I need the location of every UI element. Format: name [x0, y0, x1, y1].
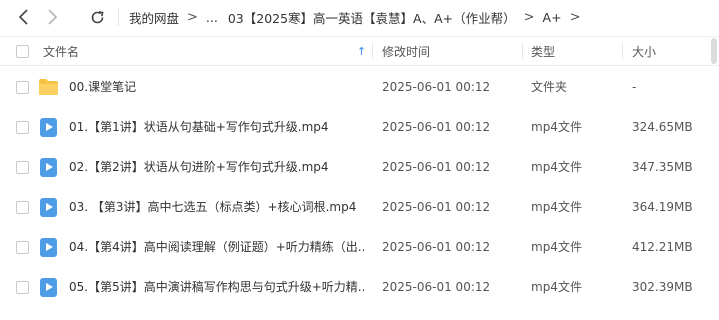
column-divider[interactable]: [522, 43, 523, 59]
column-divider[interactable]: [622, 43, 623, 59]
toolbar-divider: [118, 8, 119, 26]
file-size: 324.65MB: [632, 120, 693, 134]
breadcrumb-separator-icon: >: [569, 9, 581, 25]
file-name[interactable]: 03. 【第3讲】高中七选五（标点类）+核心词根.mp4: [69, 187, 356, 227]
column-header-modified[interactable]: 修改时间: [382, 37, 430, 65]
chevron-right-icon: [48, 9, 58, 25]
file-row[interactable]: 00.课堂笔记 2025-06-01 00:12 文件夹 -: [0, 67, 719, 107]
file-modified: 2025-06-01 00:12: [382, 120, 491, 134]
file-size: 364.19MB: [632, 200, 693, 214]
file-row[interactable]: 02.【第2讲】状语从句进阶+写作句式升级.mp4 2025-06-01 00:…: [0, 147, 719, 187]
forward-button[interactable]: [44, 9, 60, 25]
file-type: mp4文件: [531, 160, 582, 174]
video-file-icon: [40, 278, 57, 297]
file-modified: 2025-06-01 00:12: [382, 240, 491, 254]
video-file-icon: [40, 238, 57, 257]
file-size: 302.39MB: [632, 280, 693, 294]
file-name[interactable]: 00.课堂笔记: [69, 67, 136, 107]
file-modified: 2025-06-01 00:12: [382, 80, 491, 94]
breadcrumb-separator-icon: >: [187, 9, 198, 25]
refresh-icon: [91, 10, 104, 23]
row-checkbox[interactable]: [16, 201, 29, 214]
file-type: mp4文件: [531, 240, 582, 254]
row-checkbox[interactable]: [16, 241, 29, 254]
column-divider[interactable]: [372, 43, 373, 59]
refresh-button[interactable]: [89, 9, 105, 25]
file-name[interactable]: 01.【第1讲】状语从句基础+写作句式升级.mp4: [69, 107, 329, 147]
file-row[interactable]: 04.【第4讲】高中阅读理解（例证题）+听力精练（出... 2025-06-01…: [0, 227, 719, 267]
file-modified: 2025-06-01 00:12: [382, 200, 491, 214]
file-size: 412.21MB: [632, 240, 693, 254]
row-checkbox[interactable]: [16, 121, 29, 134]
file-type: mp4文件: [531, 120, 582, 134]
column-header-size[interactable]: 大小: [632, 37, 656, 65]
file-row[interactable]: 05.【第5讲】高中演讲稿写作构思与句式升级+听力精... 2025-06-01…: [0, 267, 719, 307]
sort-ascending-icon[interactable]: ↑: [357, 37, 366, 65]
file-size: 347.35MB: [632, 160, 693, 174]
toolbar: 我的网盘 > ... 03【2025寒】高一英语【袁慧】A、A+（作业帮） > …: [0, 0, 719, 34]
file-modified: 2025-06-01 00:12: [382, 280, 491, 294]
column-header-type[interactable]: 类型: [531, 37, 555, 65]
breadcrumb-folder[interactable]: 03【2025寒】高一英语【袁慧】A、A+（作业帮）: [228, 8, 516, 27]
row-checkbox[interactable]: [16, 161, 29, 174]
chevron-left-icon: [18, 9, 28, 25]
file-name[interactable]: 05.【第5讲】高中演讲稿写作构思与句式升级+听力精...: [69, 267, 364, 307]
file-type: mp4文件: [531, 280, 582, 294]
video-file-icon: [40, 158, 57, 177]
row-checkbox[interactable]: [16, 281, 29, 294]
file-name[interactable]: 04.【第4讲】高中阅读理解（例证题）+听力精练（出...: [69, 227, 364, 267]
row-checkbox[interactable]: [16, 81, 29, 94]
back-button[interactable]: [16, 9, 32, 25]
breadcrumb-separator-icon: >: [523, 9, 535, 25]
breadcrumb-ellipsis[interactable]: ...: [206, 10, 218, 25]
column-header-name[interactable]: 文件名: [43, 37, 79, 65]
breadcrumb-root[interactable]: 我的网盘: [129, 8, 179, 27]
scrollbar-thumb[interactable]: [711, 38, 717, 64]
breadcrumb: 我的网盘 > ... 03【2025寒】高一英语【袁慧】A、A+（作业帮） > …: [129, 0, 588, 34]
file-name[interactable]: 02.【第2讲】状语从句进阶+写作句式升级.mp4: [69, 147, 329, 187]
select-all-checkbox[interactable]: [16, 45, 29, 58]
video-file-icon: [40, 198, 57, 217]
breadcrumb-current: A+: [542, 9, 562, 25]
file-type: mp4文件: [531, 200, 582, 214]
folder-icon: [39, 79, 58, 95]
file-size: -: [632, 80, 637, 94]
file-modified: 2025-06-01 00:12: [382, 160, 491, 174]
video-file-icon: [40, 118, 57, 137]
file-type: 文件夹: [531, 80, 568, 94]
table-header: 文件名 ↑ 修改时间 类型 大小: [0, 36, 719, 66]
file-row[interactable]: 01.【第1讲】状语从句基础+写作句式升级.mp4 2025-06-01 00:…: [0, 107, 719, 147]
file-row[interactable]: 03. 【第3讲】高中七选五（标点类）+核心词根.mp4 2025-06-01 …: [0, 187, 719, 227]
